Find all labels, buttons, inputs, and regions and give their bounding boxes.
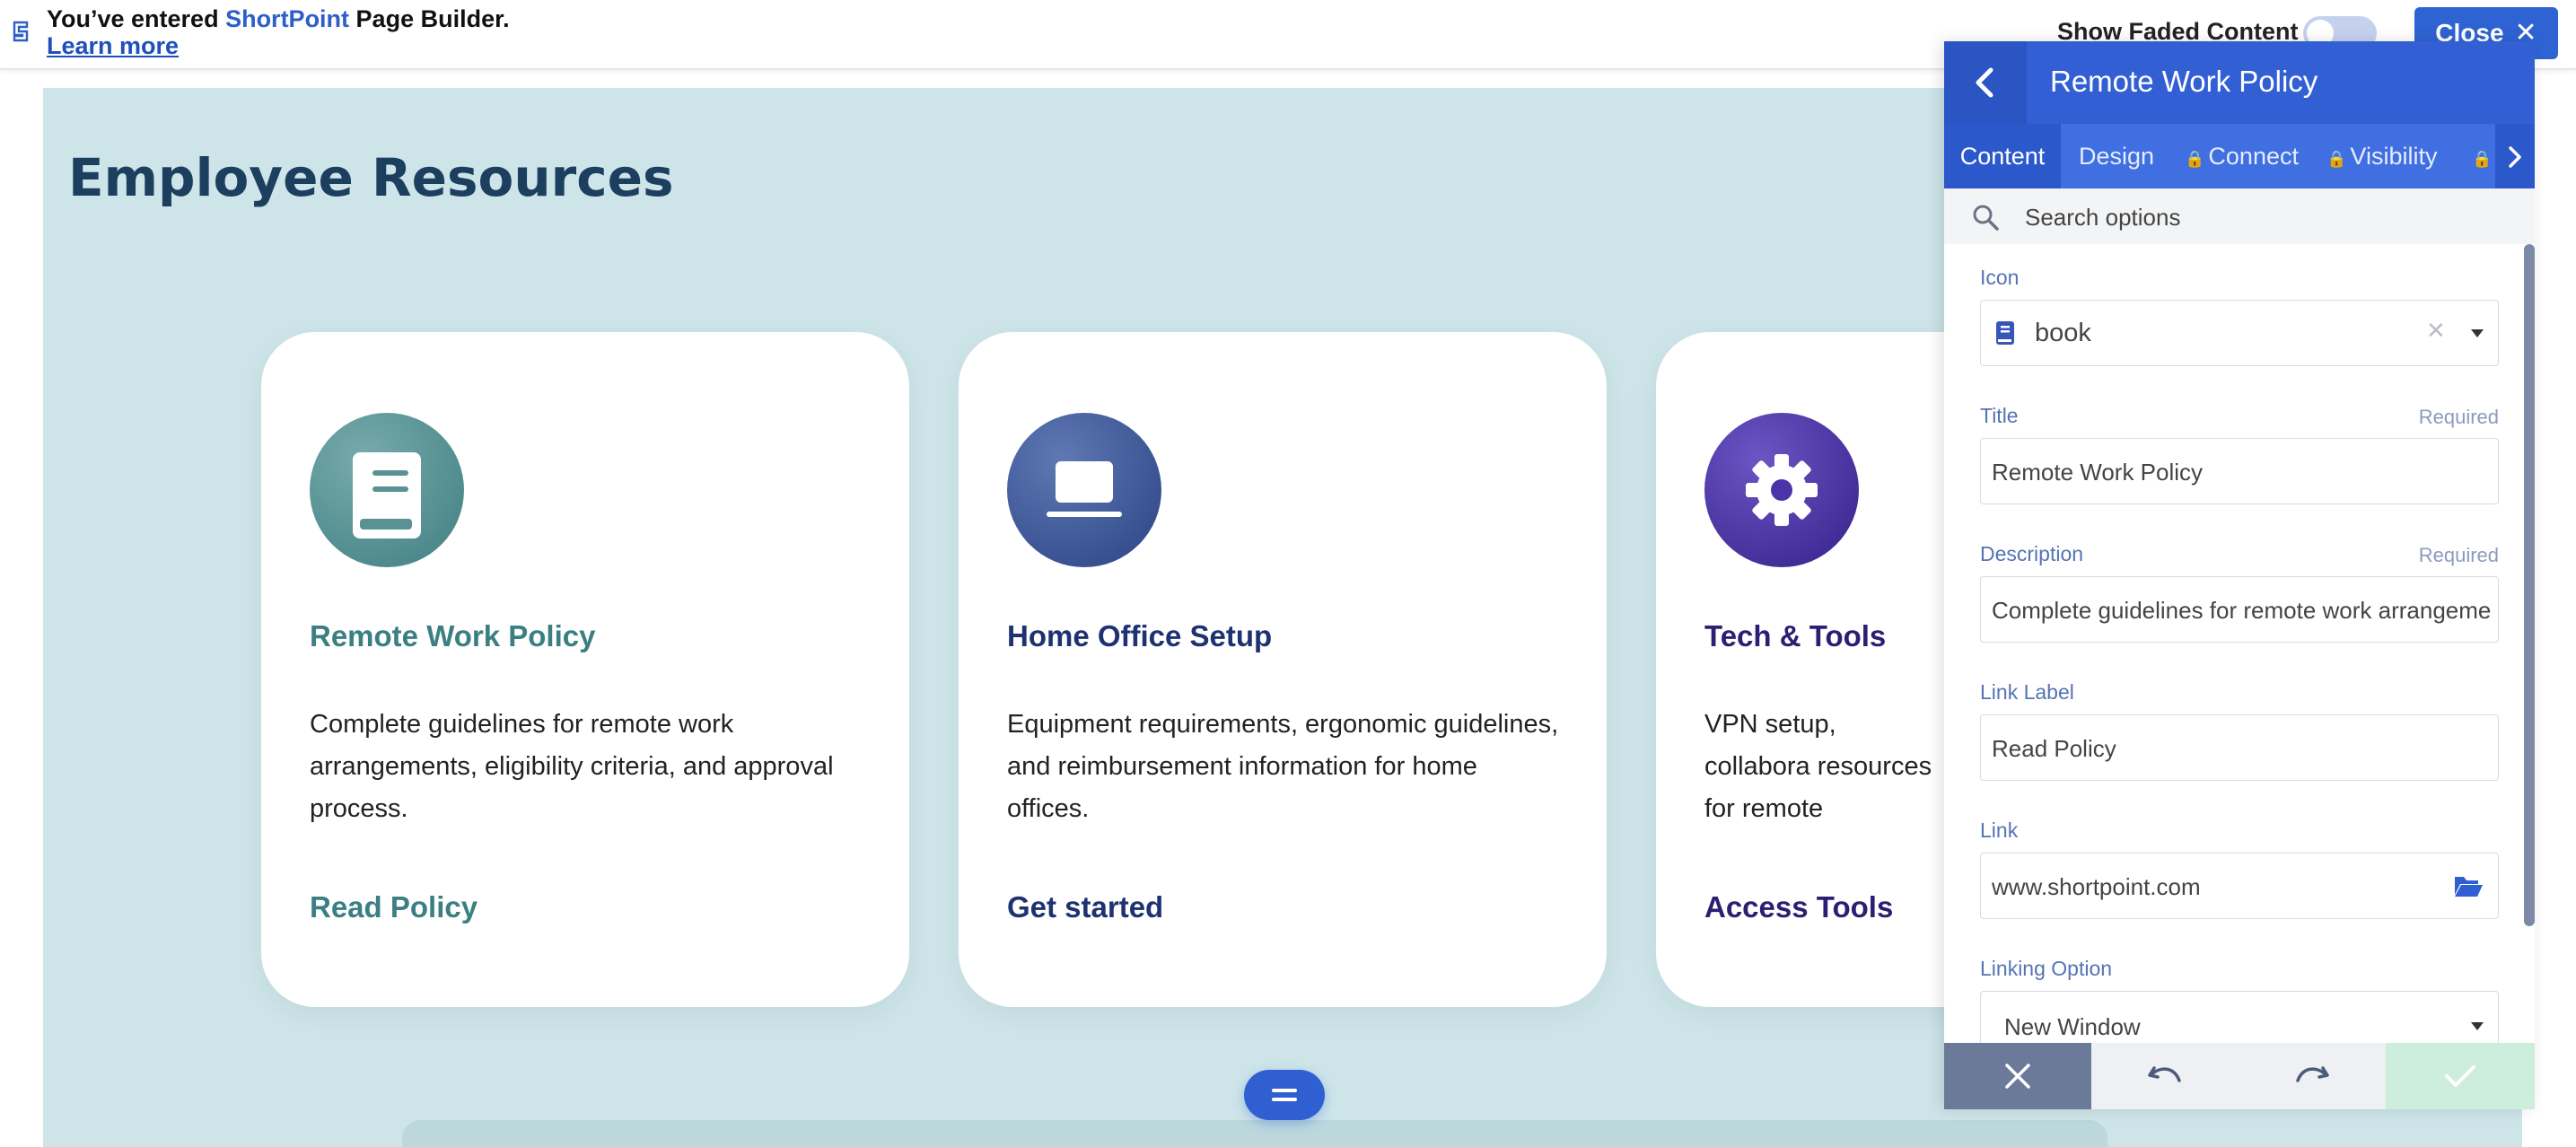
tabs-scroll-right-button[interactable] [2495,124,2535,188]
menu-line [1272,1089,1297,1092]
chevron-left-icon [1976,67,1993,98]
title-field [1980,438,2499,504]
description-field [1980,576,2499,643]
book-icon [1996,321,2014,345]
card-link-get-started[interactable]: Get started [1007,890,1163,924]
card-link-read-policy[interactable]: Read Policy [310,890,478,924]
lock-icon: 🔒 [2185,150,2205,168]
linking-option-value: New Window [2004,1013,2141,1040]
tab-label: Visibility [2350,143,2438,170]
panel-header: Remote Work Policy [1944,41,2535,124]
card-description: VPN setup, collabora resources for remot… [1704,710,1932,823]
element-settings-panel: Remote Work Policy Content Design 🔒 Conne… [1944,41,2535,1109]
shortpoint-logo-icon [13,21,29,42]
redo-button[interactable] [2239,1043,2386,1109]
notice-brand: ShortPoint [225,5,350,32]
link-field-label: Link [1980,819,2019,842]
panel-content: Icon book ✕ Title Required Description R… [1944,244,2535,1043]
lock-icon: 🔒 [2472,150,2493,168]
book-icon [353,452,421,538]
description-field-label: Description [1980,542,2084,565]
clear-icon[interactable]: ✕ [2426,317,2446,345]
next-section-edge [402,1120,2107,1147]
icon-select[interactable]: book ✕ [1980,300,2499,366]
tab-label: Content [1959,143,2046,170]
panel-footer [1944,1043,2535,1109]
resource-card-home-office[interactable]: Home Office Setup Equipment requirements… [959,332,1607,1007]
check-icon [2445,1065,2475,1087]
link-input[interactable] [1990,868,2442,906]
title-input[interactable] [1990,453,2493,491]
card-title: Tech & Tools [1704,619,1887,652]
tab-content[interactable]: Content [1944,124,2061,188]
card-icon-circle [310,413,464,567]
options-search [1944,188,2535,244]
tab-more-locked[interactable]: 🔒 [2472,124,2495,188]
card-icon-circle [1007,413,1161,567]
link-label-input[interactable] [1990,730,2493,767]
card-link-access-tools[interactable]: Access Tools [1704,890,1893,924]
linking-option-field-label: Linking Option [1980,957,2113,980]
tab-label: Design [2079,143,2155,170]
learn-more-link[interactable]: Learn more [47,32,510,59]
laptop-icon [1047,461,1122,517]
panel-scrollbar[interactable] [2524,244,2535,926]
search-input[interactable] [2023,197,2493,237]
link-field [1980,853,2499,919]
caret-down-icon[interactable] [2471,329,2484,338]
resource-card-remote-work[interactable]: Remote Work Policy Complete guidelines f… [261,332,909,1007]
link-label-field [1980,714,2499,781]
description-input[interactable] [1990,591,2493,629]
card-icon-circle [1704,413,1859,567]
panel-back-button[interactable] [1944,41,2027,124]
title-field-label: Title [1980,404,2019,427]
icon-field-label: Icon [1980,266,2020,289]
notice-text: You’ve entered [47,5,226,32]
undo-icon [2148,1066,2181,1082]
builder-notice: You’ve entered ShortPoint Page Builder. … [47,5,510,59]
tab-design[interactable]: Design [2079,124,2154,188]
tab-visibility[interactable]: 🔒 Visibility [2326,124,2437,188]
notice-text-end: Page Builder. [349,5,510,32]
card-description: Equipment requirements, ergonomic guidel… [1007,710,1559,823]
page-title: Employee Resources [68,147,674,208]
card-title: Home Office Setup [1007,619,1273,652]
tab-connect[interactable]: 🔒 Connect [2185,124,2299,188]
undo-button[interactable] [2091,1043,2239,1109]
panel-title: Remote Work Policy [2050,65,2318,98]
cancel-button[interactable] [1944,1043,2091,1109]
redo-icon [2296,1066,2329,1082]
card-description: Complete guidelines for remote work arra… [310,710,834,823]
required-indicator: Required [2418,544,2499,566]
linking-option-select[interactable]: New Window [1980,991,2499,1043]
confirm-button[interactable] [2386,1043,2535,1109]
folder-open-icon[interactable] [2453,873,2484,898]
menu-line [1272,1098,1297,1101]
icon-select-value: book [2035,319,2091,347]
chevron-right-icon [2509,146,2521,168]
required-indicator: Required [2418,406,2499,428]
lock-icon: 🔒 [2326,150,2347,168]
card-title: Remote Work Policy [310,619,596,652]
search-icon [1973,205,1999,231]
tab-label: Connect [2208,143,2299,170]
section-menu-button[interactable] [1244,1070,1325,1120]
gear-icon [1746,454,1818,526]
panel-tabs: Content Design 🔒 Connect 🔒 Visibility 🔒 [1944,124,2535,188]
close-icon [2005,1064,2030,1089]
caret-down-icon [2471,1022,2484,1030]
link-label-field-label: Link Label [1980,680,2074,704]
